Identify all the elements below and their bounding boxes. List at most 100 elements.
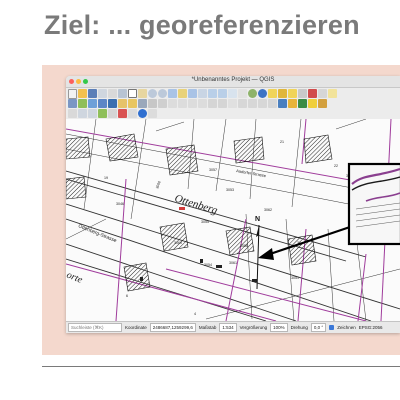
move-feature-icon[interactable] [108,109,117,118]
map-canvas[interactable]: Ottenberg Ottenberg-Strasse Aadorfer-Str… [66,118,400,322]
add-point-icon[interactable] [78,109,87,118]
pan-to-selection-icon[interactable] [138,89,147,98]
house-number: 19 [104,176,108,180]
redo-icon[interactable] [218,99,227,108]
zoom-full-icon[interactable] [168,89,177,98]
edit-pencil-icon[interactable] [128,99,137,108]
zoom-in-icon[interactable] [148,89,157,98]
plugin-icon[interactable] [288,99,297,108]
open-project-icon[interactable] [78,89,87,98]
zoom-next-icon[interactable] [218,89,227,98]
scale-label: Maßstab [198,325,217,330]
undo-icon[interactable] [208,99,217,108]
processing-toolbox-icon[interactable] [318,99,327,108]
text-annotation-icon[interactable] [328,89,337,98]
locator-search-input[interactable]: Suchleiste (⌘K) [68,323,122,332]
crs-button[interactable]: EPSG:2056 [359,325,383,330]
title-bar: *Unbenanntes Projekt — QGIS [66,76,400,88]
snapping-icon[interactable] [118,109,127,118]
parcel-number: 3056 [240,244,248,248]
parcel-number: 3055 [201,220,209,224]
new-project-icon[interactable] [68,88,77,99]
zoom-to-layer-icon[interactable] [188,89,197,98]
house-number: 6 [126,294,128,298]
data-source-manager-icon[interactable] [68,99,77,108]
label-tool-icon[interactable] [228,99,237,108]
house-number: 4 [194,312,196,316]
select-dropdown-icon[interactable] [278,89,287,98]
cadastral-plan: Ottenberg Ottenberg-Strasse Aadorfer-Str… [66,118,400,322]
parcel-number: 3060 [155,180,161,189]
print-layout-icon[interactable] [98,89,107,98]
add-vector-layer-icon[interactable] [78,99,87,108]
street-fragment-label: orte [66,270,84,286]
vertex-tool-icon[interactable] [158,99,167,108]
add-postgis-icon[interactable] [108,99,117,108]
select-features-icon[interactable] [268,89,277,98]
magnifier-label: Vergrößerung [239,325,268,330]
zoom-native-icon[interactable] [198,89,207,98]
north-label: N [255,216,260,223]
coordinate-field[interactable]: 2486687,1259299,6 [149,323,196,332]
house-number: 21 [280,140,284,144]
temporal-controller-icon[interactable] [238,89,247,98]
rotate-label-icon[interactable] [268,99,277,108]
slide-divider [42,366,400,367]
parcel-number: 3061 [229,261,237,265]
parcel-number: 3057 [209,168,217,172]
style-manager-icon[interactable] [118,89,127,98]
measure-icon[interactable] [318,89,327,98]
parcel-number: 3054 [204,263,212,267]
coordinate-label: Koordinate [125,325,147,330]
scale-field[interactable]: 1:534 [219,323,237,332]
tracing-icon[interactable] [128,109,137,118]
render-checkbox[interactable] [329,325,335,330]
parcel-number: 3053 [226,188,234,192]
info-icon[interactable] [138,109,147,118]
save-edits-icon[interactable] [138,99,147,108]
add-delimited-text-icon[interactable] [98,99,107,108]
parcel-number: 3062 [264,208,272,212]
deselect-icon[interactable] [288,89,297,98]
window-title: *Unbenanntes Projekt — QGIS [191,77,275,83]
add-feature-icon[interactable] [148,99,157,108]
status-bar: Suchleiste (⌘K) Koordinate 2486687,12592… [66,321,400,333]
rotation-field[interactable]: 0,0 ° [310,323,327,332]
rotation-label: Drehung [290,325,308,330]
refresh-icon[interactable] [248,89,257,98]
add-polygon-icon[interactable] [98,109,107,118]
render-label: Zeichnen [337,325,356,330]
pointer-arrowhead [258,248,274,260]
zoom-inset [347,162,400,246]
slide-title: Ziel: ... georeferenzieren [44,10,360,40]
qgis-window: *Unbenanntes Projekt — QGIS Ottenberg Ot… [66,76,400,333]
delete-selected-icon[interactable] [168,99,177,108]
show-hide-labels-icon[interactable] [248,99,257,108]
zoom-out-icon[interactable] [158,89,167,98]
pan-map-icon[interactable] [128,89,137,98]
identify-icon[interactable] [258,89,267,98]
zoom-last-icon[interactable] [208,89,217,98]
new-map-view-icon[interactable] [228,89,237,98]
digitizing-icon[interactable] [68,109,77,118]
field-calculator-icon[interactable] [298,89,307,98]
paste-features-icon[interactable] [198,99,207,108]
toolbar-row-3 [68,108,157,119]
plugin-alt-icon[interactable] [298,99,307,108]
help-icon[interactable] [148,109,157,118]
parcel-number: 3051 [291,276,299,280]
move-label-icon[interactable] [258,99,267,108]
pin-labels-icon[interactable] [238,99,247,108]
layout-manager-icon[interactable] [108,89,117,98]
georeferencer-icon[interactable] [308,99,317,108]
statistics-icon[interactable] [308,89,317,98]
python-console-icon[interactable] [278,99,287,108]
add-raster-layer-icon[interactable] [88,99,97,108]
add-line-icon[interactable] [88,109,97,118]
save-project-icon[interactable] [88,89,97,98]
cut-features-icon[interactable] [178,99,187,108]
zoom-to-selection-icon[interactable] [178,89,187,98]
magnifier-field[interactable]: 100% [270,323,288,332]
copy-features-icon[interactable] [188,99,197,108]
digitize-pencil-icon[interactable] [118,99,127,108]
